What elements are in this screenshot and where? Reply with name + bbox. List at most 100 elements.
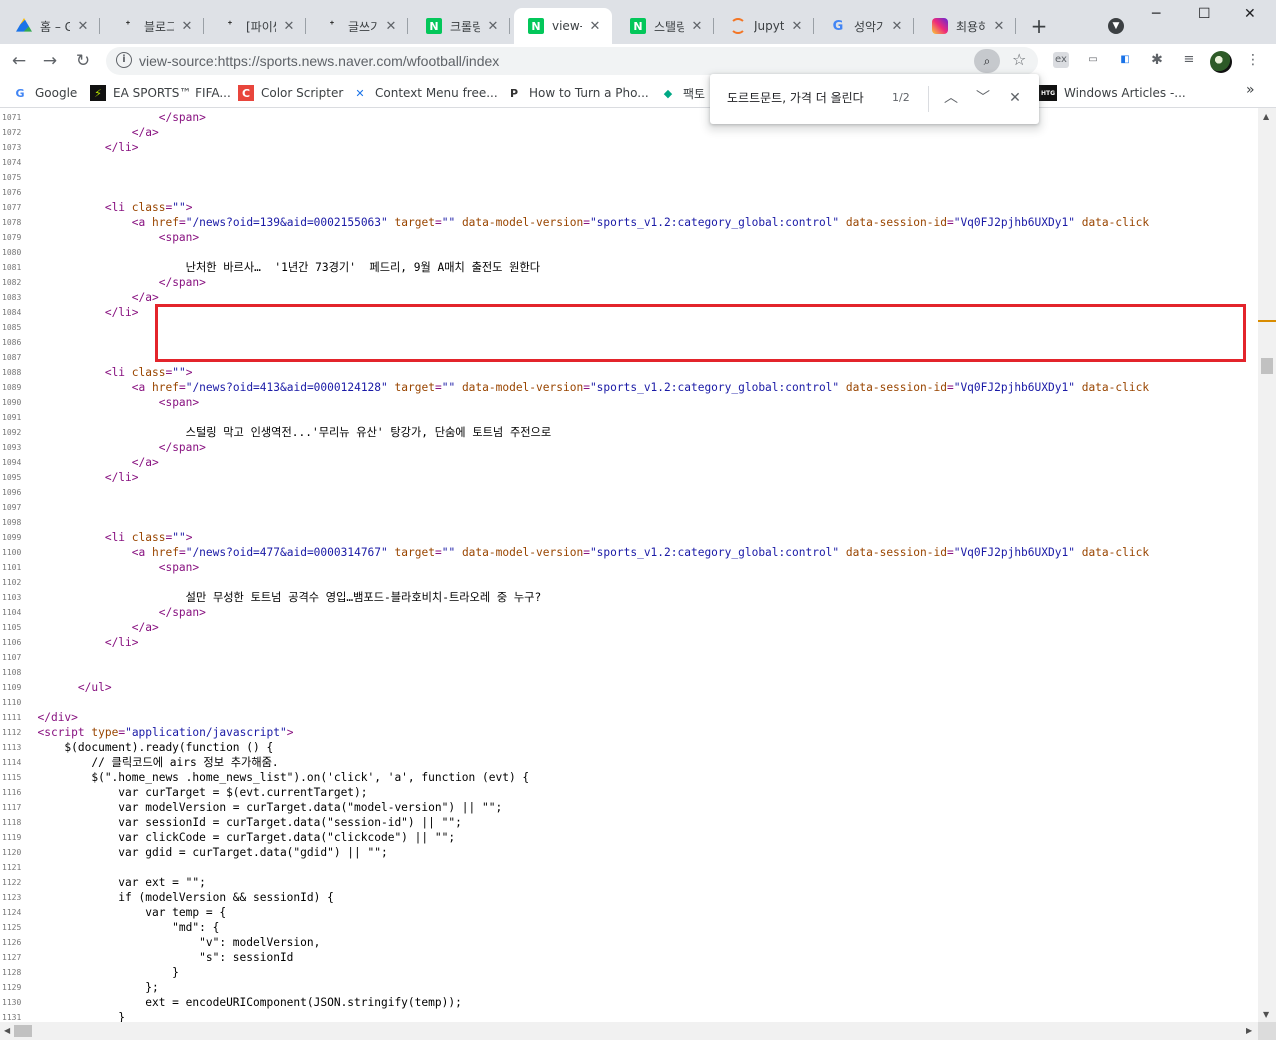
line-code: } xyxy=(24,1011,126,1022)
bookmarks-overflow-button[interactable]: » xyxy=(1246,82,1255,98)
line-number: 1102 xyxy=(2,578,22,587)
scroll-right-arrow-icon[interactable]: ▶ xyxy=(1246,1026,1252,1035)
tab-title: 글쓰기 xyxy=(348,19,378,34)
new-tab-button[interactable]: + xyxy=(1028,14,1050,38)
line-number: 1082 xyxy=(2,278,22,287)
extension-translate-icon[interactable]: ◧ xyxy=(1117,52,1133,68)
find-next-chevron-down-icon[interactable]: ﹀ xyxy=(972,87,994,109)
source-line: 1098 xyxy=(0,515,1258,530)
browser-tab[interactable]: N 스탤링 ✕ xyxy=(616,8,714,44)
vertical-scrollbar[interactable]: ▲ ▼ xyxy=(1258,108,1276,1022)
extension-ex-icon[interactable]: ex xyxy=(1053,52,1069,68)
tab-title: [파이썬 xyxy=(246,19,276,34)
line-number: 1121 xyxy=(2,863,22,872)
tab-close-icon[interactable]: ✕ xyxy=(178,19,196,34)
tab-close-icon[interactable]: ✕ xyxy=(382,19,400,34)
back-arrow-icon[interactable]: ← xyxy=(9,51,29,71)
line-code: <a href="/news?oid=413&aid=0000124128" t… xyxy=(131,381,1150,394)
browser-tab[interactable]: 홈 – Go ✕ xyxy=(2,8,100,44)
line-code: </li> xyxy=(104,471,139,484)
source-line: 1127 "s": sessionId xyxy=(0,950,1258,965)
line-number: 1092 xyxy=(2,428,22,437)
browser-tab[interactable]: ᐩ 글쓰기 ✕ xyxy=(310,8,408,44)
line-number: 1083 xyxy=(2,293,22,302)
bookmark-item[interactable]: ⚡ EA SPORTS™ FIFA... xyxy=(90,85,231,101)
menu-kebab-icon[interactable]: ⋮ xyxy=(1245,52,1261,68)
find-close-icon[interactable]: ✕ xyxy=(1004,87,1026,109)
line-code: var ext = ""; xyxy=(24,876,206,889)
line-number: 1130 xyxy=(2,998,22,1007)
line-number: 1109 xyxy=(2,683,22,692)
source-line: 1083 </a> xyxy=(0,290,1258,305)
bookmark-item[interactable]: ◆ 팩토 xyxy=(660,85,705,102)
colorscripter-icon: C xyxy=(238,85,254,101)
line-code: </a> xyxy=(131,291,159,304)
address-bar[interactable]: i view-source:https://sports.news.naver.… xyxy=(106,47,1038,75)
source-line: 1120 var gdid = curTarget.data("gdid") |… xyxy=(0,845,1258,860)
reload-icon[interactable]: ↻ xyxy=(73,51,93,71)
line-number: 1116 xyxy=(2,788,22,797)
tab-close-icon[interactable]: ✕ xyxy=(280,19,298,34)
tab-strip: 홈 – Go ✕ ᐩ 블로그 ✕ ᐩ [파이썬 ✕ ᐩ 글쓰기 ✕ N 크롤링 ✕ Nview-s ✕ N 스탤링… xyxy=(0,0,1276,44)
bookmark-item[interactable]: G Google xyxy=(12,85,77,101)
browser-tab[interactable]: ᐩ [파이썬 ✕ xyxy=(208,8,306,44)
find-previous-chevron-up-icon[interactable]: ︿ xyxy=(940,87,962,109)
browser-tab[interactable]: Jupyte ✕ xyxy=(716,8,814,44)
browser-toolbar: ← → ↻ i view-source:https://sports.news.… xyxy=(0,44,1276,78)
extension-screen-icon[interactable]: ▭ xyxy=(1085,52,1101,68)
bookmark-item[interactable]: HTG Windows Articles -... xyxy=(1039,85,1186,101)
tab-search-icon[interactable]: ▼ xyxy=(1108,18,1124,34)
reading-list-icon[interactable]: ≡ xyxy=(1181,52,1197,68)
browser-tab[interactable]: ᐩ 블로그 ✕ xyxy=(106,8,204,44)
line-number: 1095 xyxy=(2,473,22,482)
scroll-left-arrow-icon[interactable]: ◀ xyxy=(4,1026,10,1035)
bookmark-star-icon[interactable]: ☆ xyxy=(1012,50,1026,69)
line-number: 1089 xyxy=(2,383,22,392)
line-number: 1106 xyxy=(2,638,22,647)
source-line: 1122 var ext = ""; xyxy=(0,875,1258,890)
tistory-icon: ᐩ xyxy=(125,18,131,34)
forward-arrow-icon[interactable]: → xyxy=(40,51,60,71)
minimize-button[interactable]: ─ xyxy=(1152,6,1160,22)
bookmark-item[interactable]: ✕ Context Menu free... xyxy=(352,85,497,101)
find-input[interactable]: 도르트문트, 가격 더 올린다 xyxy=(727,89,864,106)
profile-avatar[interactable] xyxy=(1210,51,1232,73)
browser-tab[interactable]: N 크롤링 ✕ xyxy=(412,8,510,44)
browser-tab[interactable]: 최용하 ✕ xyxy=(918,8,1016,44)
browser-tab[interactable]: Nview-s ✕ xyxy=(514,8,612,44)
line-code: </li> xyxy=(104,141,139,154)
bookmark-item[interactable]: C Color Scripter xyxy=(238,85,343,101)
extensions-puzzle-icon[interactable]: ✱ xyxy=(1149,52,1165,68)
tab-close-icon[interactable]: ✕ xyxy=(484,19,502,34)
bookmark-item[interactable]: P How to Turn a Pho... xyxy=(506,85,649,101)
tab-close-icon[interactable]: ✕ xyxy=(74,19,92,34)
google-icon: G xyxy=(832,18,844,34)
source-line: 1079 <span> xyxy=(0,230,1258,245)
tab-close-icon[interactable]: ✕ xyxy=(888,19,906,34)
source-line: 1107 xyxy=(0,650,1258,665)
tab-close-icon[interactable]: ✕ xyxy=(688,19,706,34)
source-line: 1099 <li class=""> xyxy=(0,530,1258,545)
scroll-down-arrow-icon[interactable]: ▼ xyxy=(1263,1010,1269,1019)
line-number: 1088 xyxy=(2,368,22,377)
source-line: 1090 <span> xyxy=(0,395,1258,410)
site-info-icon[interactable]: i xyxy=(116,52,132,68)
tab-close-icon[interactable]: ✕ xyxy=(990,19,1008,34)
browser-tab[interactable]: G 성악가 ✕ xyxy=(816,8,914,44)
close-window-button[interactable]: ✕ xyxy=(1244,6,1256,22)
find-in-page-icon[interactable]: ⌕ xyxy=(974,49,1000,73)
tab-close-icon[interactable]: ✕ xyxy=(788,19,806,34)
line-number: 1104 xyxy=(2,608,22,617)
horizontal-scrollbar[interactable]: ◀ ▶ xyxy=(0,1022,1258,1040)
scroll-up-arrow-icon[interactable]: ▲ xyxy=(1263,112,1269,121)
line-number: 1112 xyxy=(2,728,22,737)
tab-close-icon[interactable]: ✕ xyxy=(586,19,604,34)
maximize-button[interactable]: ☐ xyxy=(1198,6,1211,22)
vertical-scroll-thumb[interactable] xyxy=(1261,358,1273,374)
horizontal-scroll-thumb[interactable] xyxy=(14,1025,32,1037)
address-url[interactable]: view-source:https://sports.news.naver.co… xyxy=(139,53,499,69)
